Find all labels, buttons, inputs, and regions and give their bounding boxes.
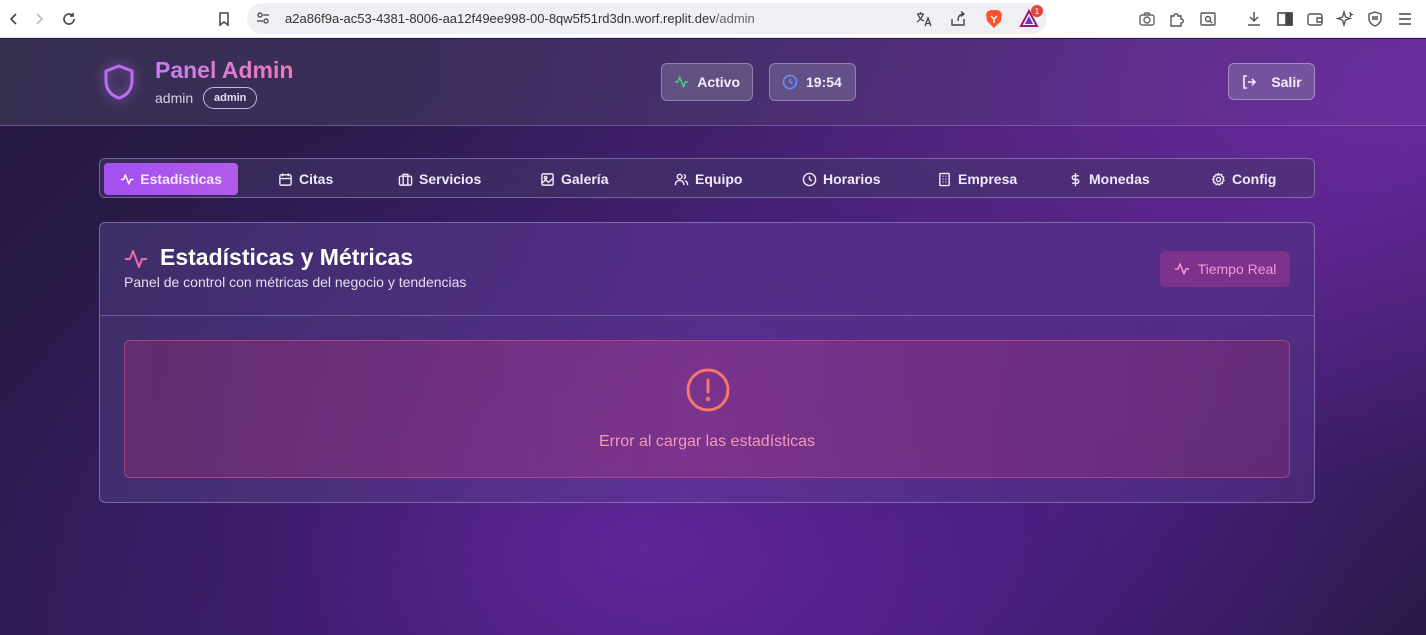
wallet-icon[interactable] — [1306, 10, 1324, 28]
tab-label: Servicios — [419, 171, 482, 187]
browser-toolbar: a2a86f9a-ac53-4381-8006-aa12f49ee998-00-… — [0, 0, 1426, 38]
reader-icon[interactable] — [1199, 10, 1217, 28]
tab-label: Citas — [299, 171, 334, 187]
tab-label: Horarios — [823, 171, 881, 187]
calendar-icon — [279, 172, 292, 186]
vpn-icon[interactable] — [1366, 10, 1384, 28]
tab-bar: Estadísticas Citas Servicios Galería Equ… — [99, 158, 1315, 198]
tab-label: Monedas — [1089, 171, 1150, 187]
building-icon — [939, 172, 950, 186]
realtime-label: Tiempo Real — [1197, 261, 1277, 277]
bookmark-icon[interactable] — [210, 5, 238, 33]
tab-config[interactable]: Config — [1211, 163, 1276, 195]
settings-icon — [1211, 172, 1225, 186]
tab-label: Empresa — [958, 171, 1018, 187]
sidebar-icon[interactable] — [1276, 10, 1294, 28]
back-icon[interactable] — [0, 5, 28, 33]
activity-icon — [120, 173, 134, 185]
tab-galeria[interactable]: Galería — [540, 163, 608, 195]
rewards-count-badge: 1 — [1031, 5, 1043, 17]
tab-equipo[interactable]: Equipo — [674, 163, 742, 195]
admin-app: Panel Admin admin admin Activo 19:54 Sal… — [0, 39, 1426, 635]
dollar-icon — [1071, 172, 1080, 186]
card-header: Estadísticas y Métricas Panel de control… — [100, 223, 1314, 316]
tab-estadisticas[interactable]: Estadísticas — [104, 163, 238, 195]
translate-icon[interactable] — [915, 10, 933, 28]
share-icon[interactable] — [949, 10, 967, 28]
clock-badge: 19:54 — [769, 63, 856, 101]
role-badge: admin — [203, 87, 258, 109]
reload-icon[interactable] — [55, 5, 83, 33]
alert-circle-icon — [686, 368, 730, 412]
users-icon — [674, 173, 689, 185]
tab-monedas[interactable]: Monedas — [1068, 163, 1150, 195]
extensions-icon[interactable] — [1168, 10, 1186, 28]
app-header: Panel Admin admin admin Activo 19:54 Sal… — [0, 39, 1426, 126]
tab-servicios[interactable]: Servicios — [398, 163, 481, 195]
menu-icon[interactable] — [1396, 10, 1414, 28]
card-title: Estadísticas y Métricas — [160, 244, 414, 270]
logout-label: Salir — [1271, 73, 1302, 90]
activity-icon — [125, 250, 147, 268]
clock-icon — [782, 74, 798, 90]
download-icon[interactable] — [1245, 10, 1263, 28]
tab-label: Estadísticas — [140, 171, 222, 187]
stats-card: Estadísticas y Métricas Panel de control… — [99, 222, 1315, 503]
leo-ai-icon[interactable] — [1335, 9, 1355, 28]
tab-citas[interactable]: Citas — [278, 163, 333, 195]
brave-rewards-icon[interactable]: 1 — [1019, 5, 1043, 29]
tab-label: Galería — [561, 171, 609, 187]
time-label: 19:54 — [806, 74, 842, 90]
status-badge: Activo — [661, 63, 753, 101]
shield-icon — [104, 64, 134, 100]
clock-icon — [802, 172, 817, 186]
tab-horarios[interactable]: Horarios — [802, 163, 881, 195]
realtime-button[interactable]: Tiempo Real — [1160, 251, 1290, 287]
image-icon — [541, 172, 554, 186]
username: admin — [155, 90, 194, 106]
tab-label: Equipo — [695, 171, 743, 187]
status-label: Activo — [697, 74, 740, 90]
card-subtitle: Panel de control con métricas del negoci… — [124, 274, 467, 290]
tab-label: Config — [1232, 171, 1277, 187]
logout-icon — [1243, 74, 1257, 89]
url-path: /admin — [715, 11, 755, 26]
activity-icon — [1174, 263, 1189, 275]
logout-button[interactable]: Salir — [1228, 63, 1315, 100]
screenshot-icon[interactable] — [1138, 10, 1156, 28]
tab-empresa[interactable]: Empresa — [937, 163, 1017, 195]
error-message: Error al cargar las estadísticas — [598, 433, 816, 450]
url-host: a2a86f9a-ac53-4381-8006-aa12f49ee998-00-… — [285, 11, 716, 26]
activity-icon — [674, 76, 689, 88]
briefcase-icon — [398, 173, 413, 186]
url-text[interactable]: a2a86f9a-ac53-4381-8006-aa12f49ee998-00-… — [285, 11, 755, 26]
forward-icon[interactable] — [25, 5, 53, 33]
brave-shields-icon[interactable] — [985, 9, 1003, 29]
address-bar[interactable]: a2a86f9a-ac53-4381-8006-aa12f49ee998-00-… — [247, 3, 1047, 34]
site-settings-icon[interactable] — [255, 10, 271, 26]
brand-title: Panel Admin — [155, 57, 294, 83]
error-alert: Error al cargar las estadísticas — [124, 340, 1290, 478]
